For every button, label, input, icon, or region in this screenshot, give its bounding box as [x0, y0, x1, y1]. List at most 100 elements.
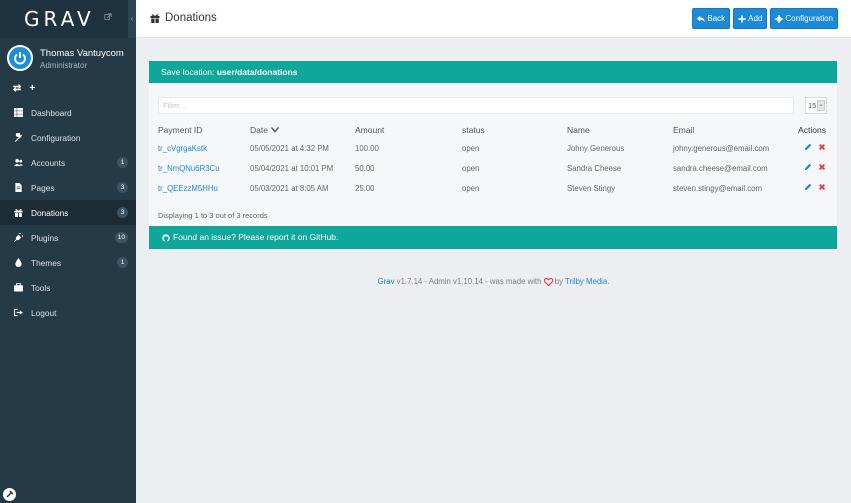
date-cell: 05/03/2021 at 8:05 AM [250, 183, 329, 193]
back-button-label: Back [707, 14, 726, 23]
per-page-select[interactable]: 15 ⌄ [805, 97, 827, 114]
settings-toggle-icon[interactable] [3, 488, 16, 501]
sidebar-item-label: Configuration [31, 133, 81, 143]
sidebar-item-tools[interactable]: Tools [0, 275, 136, 300]
column-header-email[interactable]: Email [673, 121, 776, 138]
wrench-icon [14, 133, 23, 142]
records-count: Displaying 1 to 3 out of 3 records [158, 211, 268, 220]
plug-icon [14, 233, 23, 242]
sidebar-nav: Dashboard Configuration Accounts 1 Pages… [0, 100, 136, 325]
sidebar-item-configuration[interactable]: Configuration [0, 125, 136, 150]
sidebar-item-dashboard[interactable]: Dashboard [0, 100, 136, 125]
pencil-icon[interactable] [804, 143, 812, 151]
gift-icon [150, 14, 160, 23]
payment-id-link[interactable]: tr_QEEzzM5HHu [158, 178, 250, 198]
sidebar-item-label: Plugins [31, 233, 59, 243]
sidebar-item-donations[interactable]: Donations 3 [0, 200, 136, 225]
save-location-prefix: Save location: [161, 67, 217, 77]
heart-icon [543, 277, 553, 286]
sidebar-item-label: Dashboard [31, 108, 72, 118]
pencil-icon[interactable] [804, 163, 812, 171]
user-profile[interactable]: Thomas Vantuycom Administrator [0, 38, 136, 82]
delete-icon[interactable] [818, 183, 826, 191]
sidebar-item-label: Logout [31, 308, 57, 318]
name-cell: Johny Generous [567, 143, 625, 153]
footer-end-text: . [607, 277, 610, 286]
sign-out-icon [14, 308, 23, 317]
sidebar-item-plugins[interactable]: Plugins 10 [0, 225, 136, 250]
sidebar-collapse-toggle[interactable]: ‹ [128, 0, 136, 38]
reply-icon [697, 15, 706, 22]
table-row: tr_QEEzzM5HHu 05/03/2021 at 8:05 AM 25.0… [158, 178, 830, 198]
configuration-button[interactable]: Configuration [770, 8, 838, 29]
top-bar: Donations Back Add Configuration [136, 0, 851, 38]
quick-actions: ⇄ + [13, 83, 35, 97]
sort-desc-icon [270, 126, 279, 133]
gift-icon [14, 209, 23, 217]
table-row: tr_cVgrgaKstk 05/05/2021 at 4:32 PM 100.… [158, 138, 830, 158]
sidebar-item-accounts[interactable]: Accounts 1 [0, 150, 136, 175]
sidebar-item-label: Donations [31, 208, 69, 218]
pencil-icon[interactable] [804, 183, 812, 191]
tint-icon [15, 258, 22, 267]
add-button-label: Add [748, 14, 763, 23]
column-header-date[interactable]: Date [250, 121, 355, 138]
count-badge: 1 [117, 157, 128, 168]
footer-version-text: v1.7.14 - Admin v1.10.14 - was made with [394, 277, 544, 286]
table-row: tr_NmQNu6R3Cu 05/04/2021 at 10:01 PM 50.… [158, 158, 830, 178]
status-cell: open [462, 183, 480, 193]
save-location-path: user/data/donations [216, 67, 298, 77]
grav-logo[interactable]: GRAV [24, 7, 95, 31]
github-issue-banner[interactable]: Found an issue? Please report it on GitH… [149, 226, 837, 249]
sidebar-item-logout[interactable]: Logout [0, 300, 136, 325]
column-header-status[interactable]: status [462, 121, 567, 138]
plus-icon[interactable]: + [29, 83, 35, 97]
briefcase-icon [14, 283, 23, 292]
user-role: Administrator [40, 61, 88, 70]
column-header-amount[interactable]: Amount [355, 121, 462, 138]
payment-id-link[interactable]: tr_NmQNu6R3Cu [158, 158, 250, 178]
column-header-actions: Actions [798, 124, 826, 135]
sidebar-item-pages[interactable]: Pages 3 [0, 175, 136, 200]
sidebar-item-label: Tools [31, 283, 51, 293]
chevron-down-icon: ⌄ [817, 100, 825, 111]
users-icon [14, 158, 23, 167]
footer-by-text: by [552, 277, 566, 286]
date-cell: 05/05/2021 at 4:32 PM [250, 143, 329, 153]
date-cell: 05/04/2021 at 10:01 PM [250, 163, 334, 173]
actions-cell [776, 158, 830, 178]
status-cell: open [462, 163, 480, 173]
donations-table: Payment ID Date Amount status Name Email… [158, 121, 830, 198]
column-header-payment-id[interactable]: Payment ID [158, 121, 250, 138]
grav-link[interactable]: Grav [378, 277, 395, 286]
add-button[interactable]: Add [733, 8, 768, 29]
payment-id-link[interactable]: tr_cVgrgaKstk [158, 138, 250, 158]
amount-cell: 25.00 [355, 183, 375, 193]
column-header-name[interactable]: Name [567, 121, 673, 138]
count-badge: 10 [114, 232, 128, 243]
amount-cell: 50.00 [355, 163, 375, 173]
actions-cell [776, 138, 830, 158]
save-location-banner: Save location: user/data/donations [149, 61, 837, 83]
plus-icon [738, 14, 746, 23]
back-button[interactable]: Back [692, 8, 731, 29]
gear-icon [775, 14, 784, 23]
sync-icon[interactable]: ⇄ [13, 83, 21, 97]
page-title-text: Donations [165, 12, 217, 24]
trilby-media-link[interactable]: Trilby Media [565, 277, 607, 286]
external-link-icon[interactable] [104, 13, 112, 21]
per-page-value: 15 [808, 101, 817, 110]
sidebar-item-themes[interactable]: Themes 1 [0, 250, 136, 275]
github-issue-text: Found an issue? Please report it on GitH… [173, 232, 339, 242]
filter-input[interactable] [158, 97, 794, 114]
name-cell: Sandra Cheese [567, 163, 622, 173]
file-icon [15, 183, 22, 192]
delete-icon[interactable] [818, 163, 826, 171]
name-cell: Steven Stingy [567, 183, 616, 193]
sidebar-item-label: Themes [31, 258, 61, 268]
email-cell: johny.generous@email.com [673, 143, 770, 153]
logo-bar: GRAV ‹ [0, 0, 136, 38]
page-title: Donations [150, 12, 217, 24]
table-header-row: Payment ID Date Amount status Name Email… [158, 121, 830, 138]
delete-icon[interactable] [818, 143, 826, 151]
